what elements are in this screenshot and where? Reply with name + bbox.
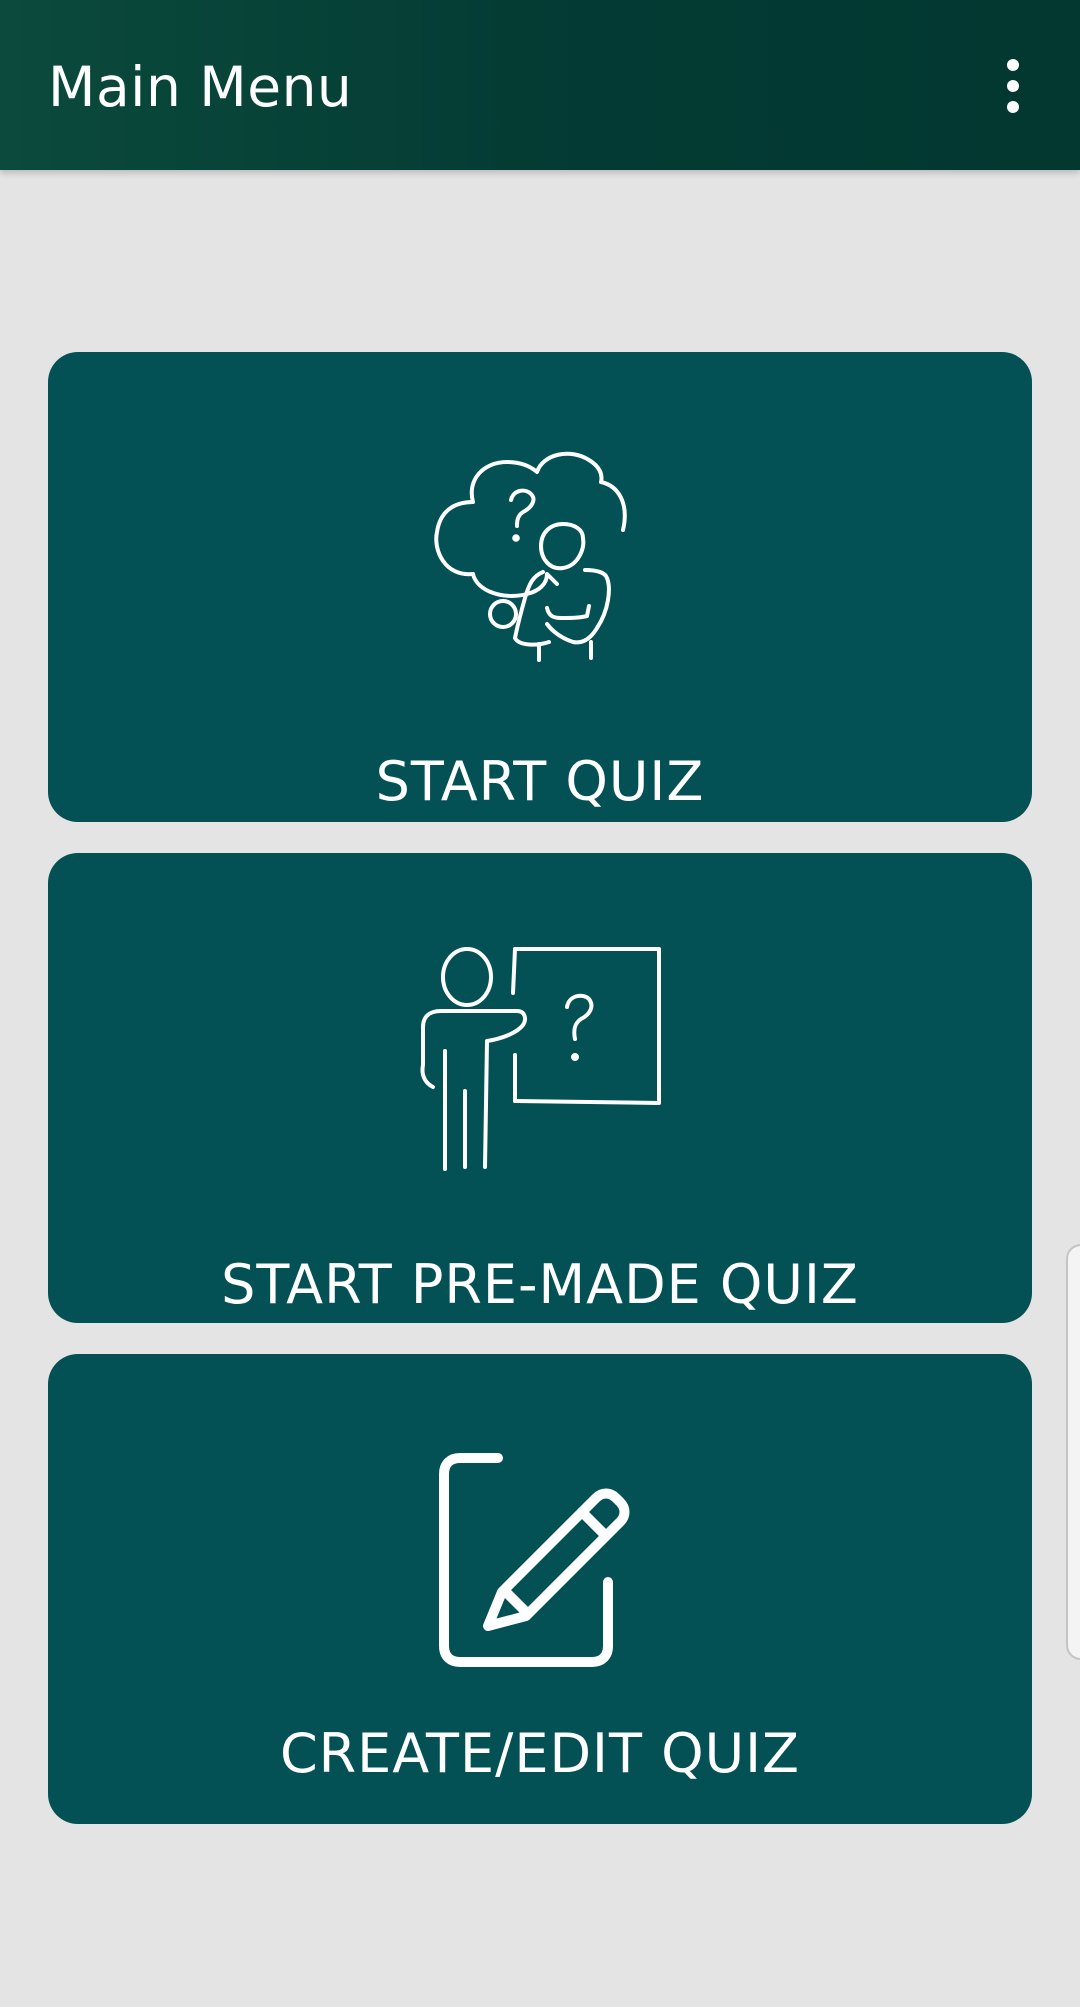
edge-panel-handle[interactable] xyxy=(1066,1244,1080,1660)
start-pre-made-quiz-button[interactable]: START PRE-MADE QUIZ xyxy=(48,853,1032,1323)
start-pre-made-quiz-label: START PRE-MADE QUIZ xyxy=(221,1253,859,1316)
page-title: Main Menu xyxy=(48,55,353,119)
start-quiz-label: START QUIZ xyxy=(375,750,705,813)
start-quiz-button[interactable]: START QUIZ xyxy=(48,352,1032,822)
teacher-board-icon xyxy=(420,947,661,1171)
create-edit-quiz-button[interactable]: CREATE/EDIT QUIZ xyxy=(48,1354,1032,1824)
app-bar: Main Menu xyxy=(0,0,1080,170)
create-edit-quiz-label: CREATE/EDIT QUIZ xyxy=(279,1722,801,1785)
more-vertical-icon[interactable] xyxy=(990,55,1036,117)
edit-pencil-icon xyxy=(439,1453,630,1667)
thinking-person-icon xyxy=(434,451,627,662)
